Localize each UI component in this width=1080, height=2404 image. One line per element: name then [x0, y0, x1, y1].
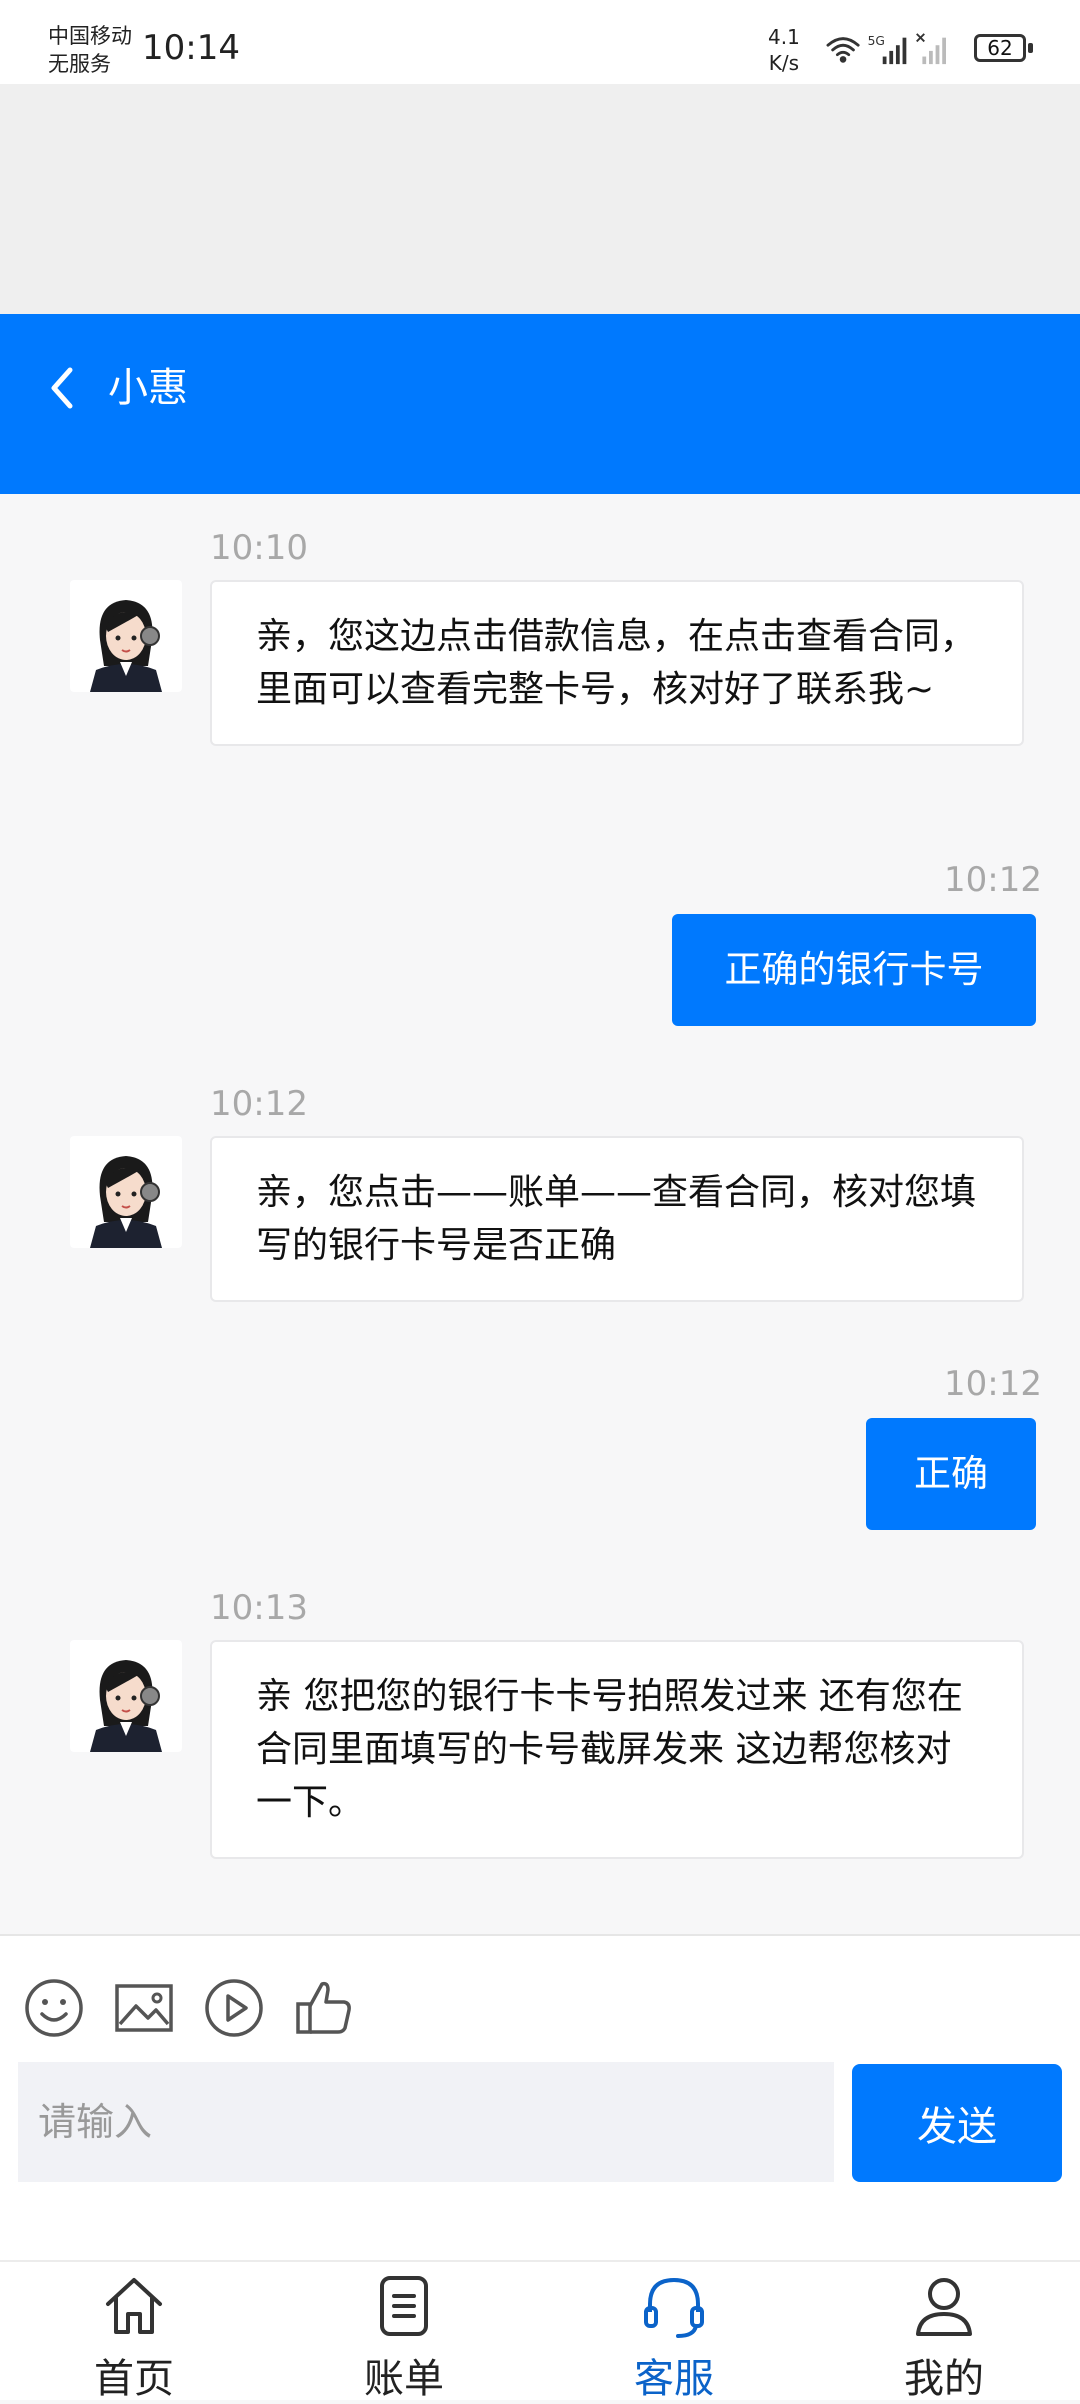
nav-label: 账单	[364, 2356, 444, 2402]
service-status: 无服务	[48, 52, 111, 76]
message-time: 10:12	[944, 1364, 1042, 1404]
thumbs-up-icon[interactable]	[292, 1976, 356, 2040]
message-time: 10:10	[210, 528, 308, 568]
nav-profile[interactable]: 我的	[844, 2262, 1044, 2402]
outgoing-message-bubble: 正确的银行卡号	[672, 914, 1036, 1026]
nav-bill[interactable]: 账单	[304, 2262, 504, 2402]
network-type-label: 5G	[868, 34, 885, 48]
incoming-message-bubble: 亲，您这边点击借款信息，在点击查看合同，里面可以查看完整卡号，核对好了联系我~	[210, 580, 1024, 746]
network-speed-unit: K/s	[768, 51, 800, 75]
agent-avatar	[70, 1640, 182, 1752]
signal-icons: 5G	[826, 33, 946, 65]
no-signal-icon	[916, 33, 946, 65]
bill-icon	[380, 2276, 428, 2336]
status-time: 10:14	[142, 28, 240, 68]
chat-title: 小惠	[108, 365, 188, 411]
carrier-name: 中国移动	[48, 24, 132, 48]
video-icon[interactable]	[202, 1976, 266, 2040]
emoji-icon[interactable]	[22, 1976, 86, 2040]
message-time: 10:12	[944, 860, 1042, 900]
outgoing-message-bubble: 正确	[866, 1418, 1036, 1530]
nav-customer-service[interactable]: 客服	[574, 2262, 774, 2402]
bottom-navigation: 首页 账单 客服 我的	[0, 2260, 1080, 2402]
nav-label: 客服	[634, 2356, 714, 2402]
cellular-signal-icon	[882, 37, 907, 65]
input-area: 发送	[0, 1934, 1080, 2260]
headset-icon	[644, 2277, 704, 2338]
image-icon[interactable]	[112, 1976, 176, 2040]
network-speed: 4.1 K/s	[768, 24, 800, 76]
message-time: 10:13	[210, 1588, 308, 1628]
incoming-message-bubble: 亲 您把您的银行卡卡号拍照发过来 还有您在合同里面填写的卡号截屏发来 这边帮您核…	[210, 1640, 1024, 1859]
nav-label: 首页	[94, 2356, 174, 2402]
message-input[interactable]	[18, 2062, 834, 2182]
chat-header: 小惠	[0, 314, 1080, 494]
carrier-info: 中国移动 无服务	[48, 22, 132, 78]
network-speed-value: 4.1	[768, 25, 800, 49]
agent-avatar	[70, 1136, 182, 1248]
message-time: 10:12	[210, 1084, 308, 1124]
incoming-message-bubble: 亲，您点击——账单——查看合同，核对您填写的银行卡号是否正确	[210, 1136, 1024, 1302]
send-button[interactable]: 发送	[852, 2064, 1062, 2182]
blank-banner	[0, 84, 1080, 314]
wifi-icon	[826, 37, 860, 63]
nav-label: 我的	[904, 2356, 984, 2402]
battery-icon: 62	[974, 34, 1033, 62]
status-bar: 中国移动 无服务 10:14 4.1 K/s 5G 62	[0, 0, 1080, 84]
agent-avatar	[70, 580, 182, 692]
home-icon	[106, 2278, 162, 2334]
back-arrow-icon[interactable]	[44, 356, 84, 420]
user-icon	[916, 2278, 972, 2336]
nav-home[interactable]: 首页	[34, 2262, 234, 2402]
